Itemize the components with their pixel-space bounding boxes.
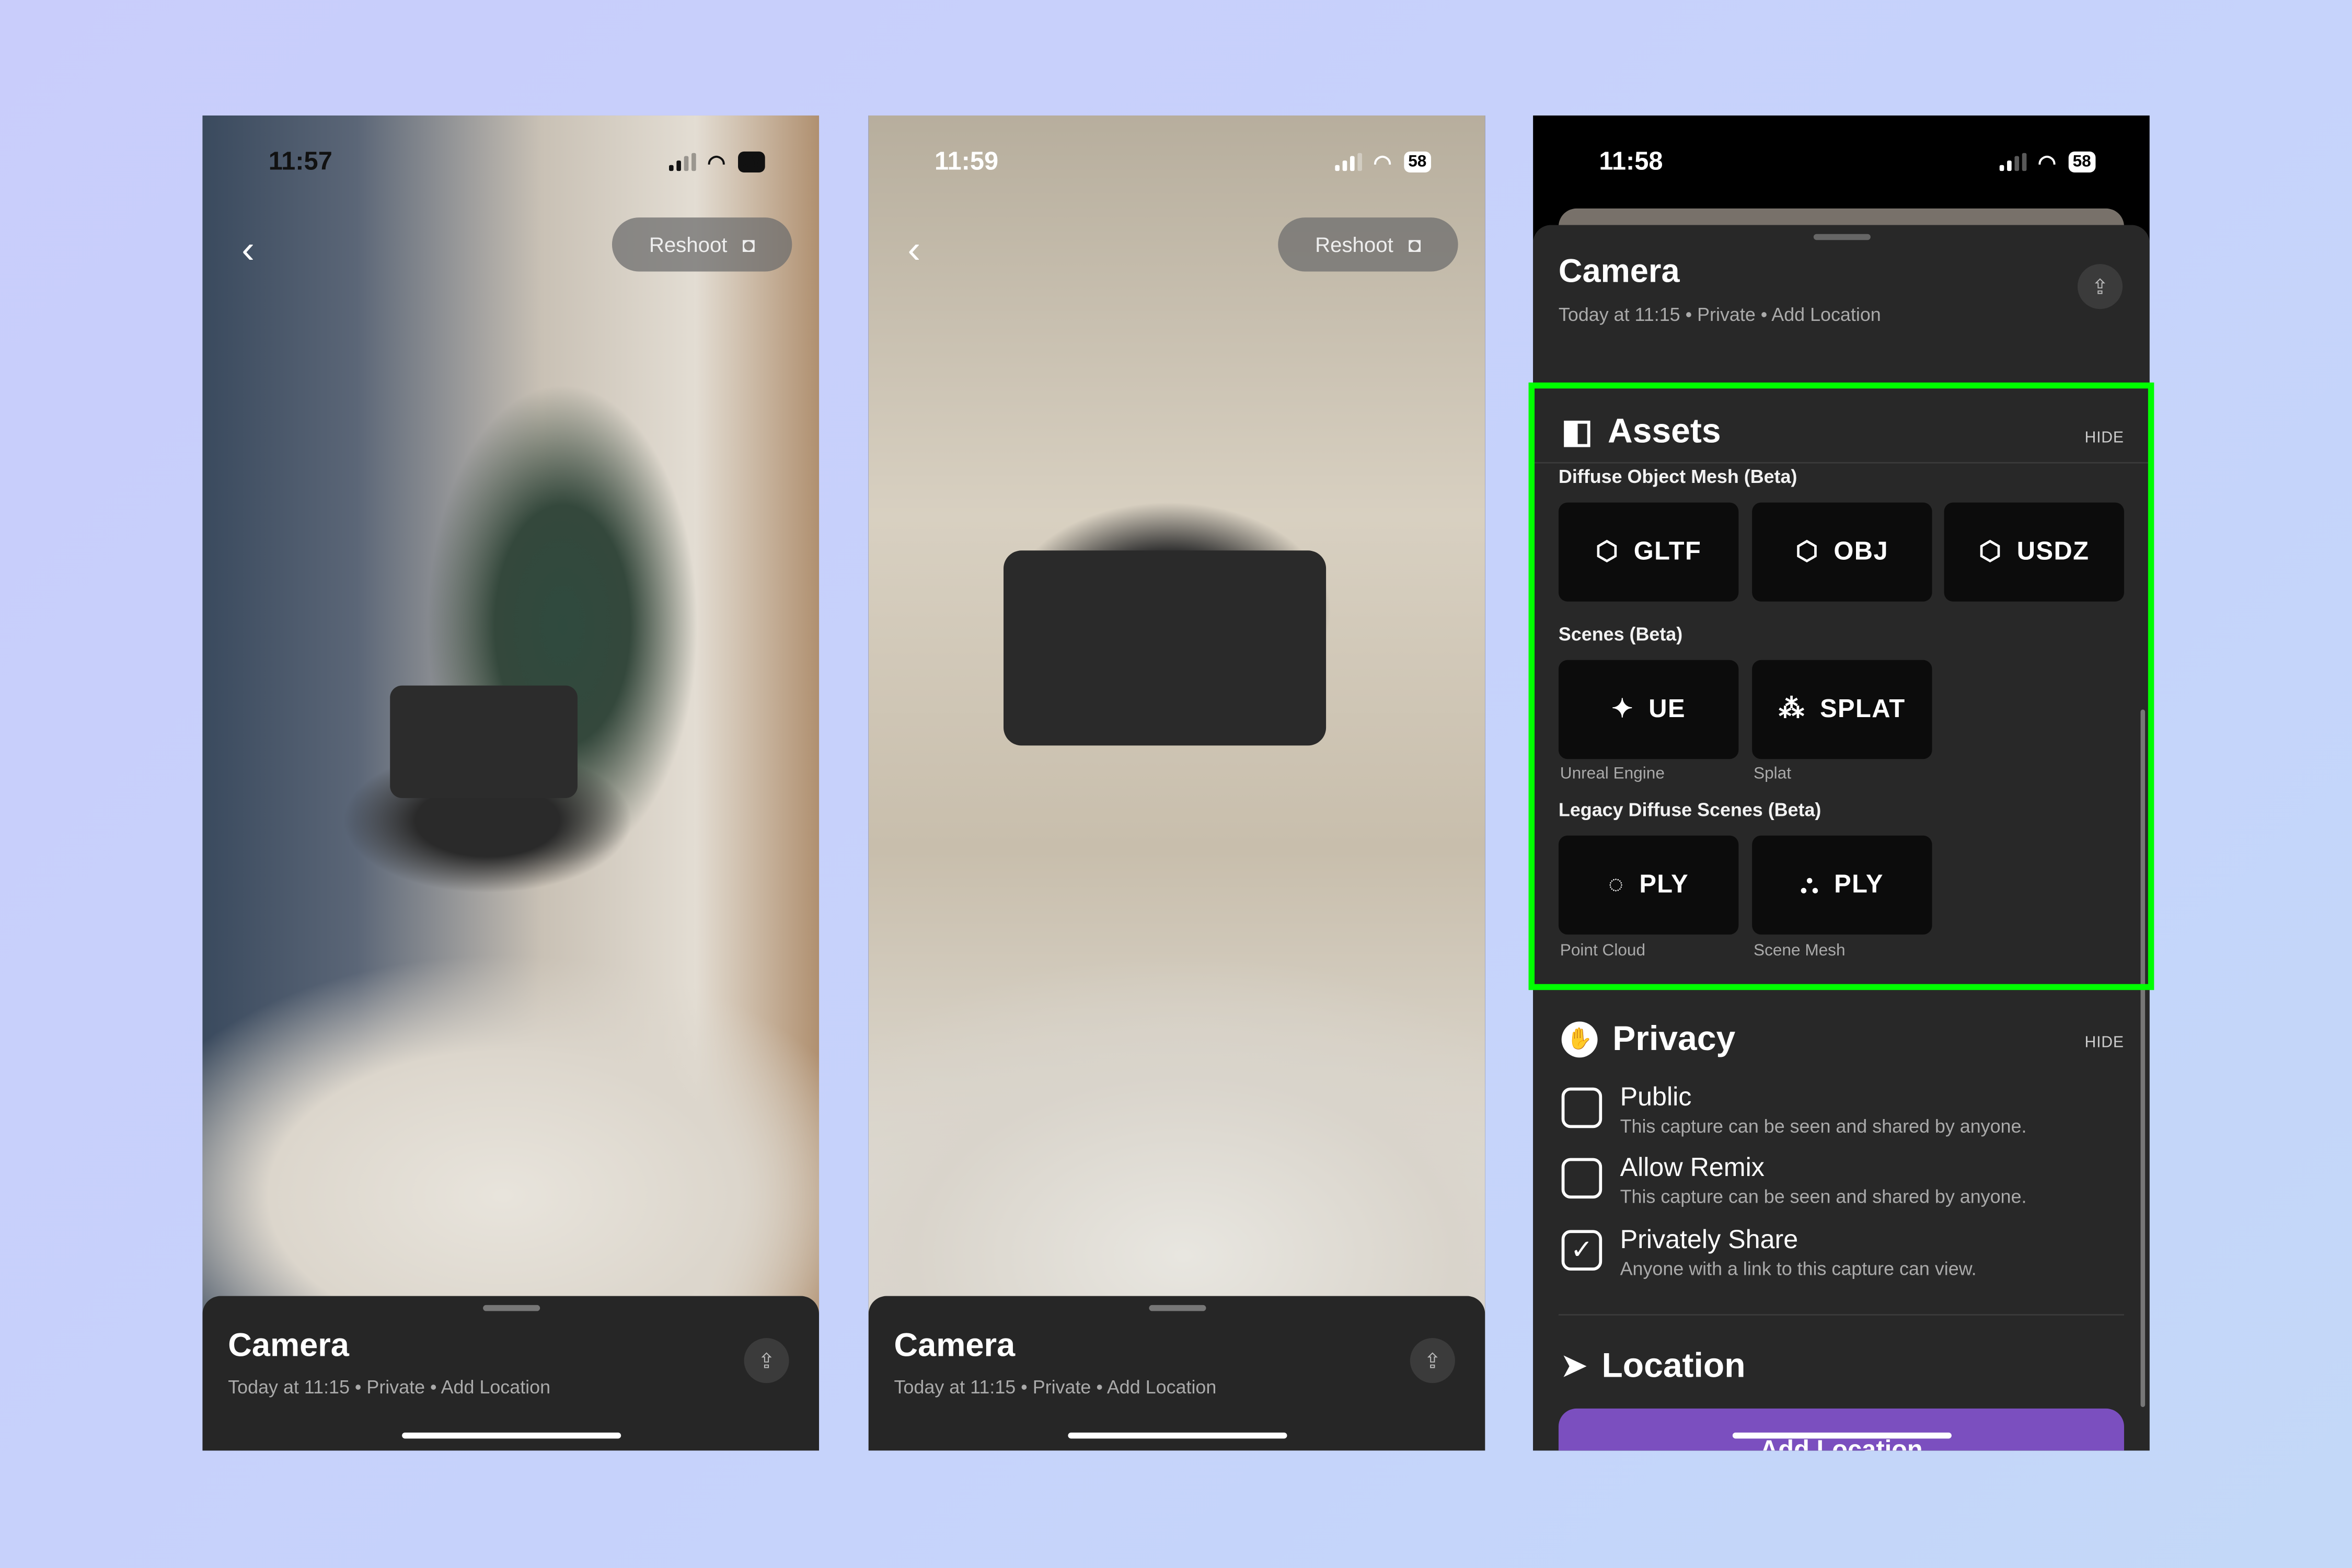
allow-remix-checkbox[interactable]: [1561, 1158, 1602, 1199]
bottom-sheet[interactable]: Camera Today at 11:15 • Private • Add Lo…: [202, 1296, 820, 1451]
camera-icon: ◘: [742, 232, 755, 257]
capture-preview-image[interactable]: [868, 115, 1485, 1451]
wifi-icon: ◠: [1373, 149, 1392, 174]
highlight-box: [1528, 382, 2154, 990]
clock: 11:59: [935, 147, 999, 176]
status-bar: 11:59 ◠ 58: [935, 145, 1431, 178]
battery-icon: 58: [737, 151, 765, 173]
capture-subtitle: Today at 11:15 • Private • Add Location: [1558, 304, 1881, 326]
battery-icon: 58: [1403, 151, 1431, 173]
status-bar: 11:58 ◠ 58: [1599, 145, 2096, 178]
privately-share-checkbox[interactable]: ✓: [1561, 1230, 1602, 1271]
privacy-hide-button[interactable]: HIDE: [2084, 1033, 2124, 1051]
back-chevron-icon[interactable]: ‹: [241, 226, 255, 273]
capture-title: Camera: [894, 1326, 1016, 1364]
clock: 11:58: [1599, 147, 1663, 176]
home-indicator: [1732, 1432, 1951, 1439]
allow-remix-description: This capture can be seen and shared by a…: [1620, 1186, 2027, 1208]
bottom-sheet[interactable]: Camera Today at 11:15 • Private • Add Lo…: [868, 1296, 1485, 1451]
wifi-icon: ◠: [2037, 149, 2057, 174]
share-icon[interactable]: ⇪: [2077, 264, 2123, 309]
camera-icon: ◘: [1408, 232, 1421, 257]
capture-subtitle: Today at 11:15 • Private • Add Location: [228, 1377, 551, 1398]
location-arrow-icon: ➤: [1561, 1350, 1587, 1383]
phone-screen-2: 11:59 ◠ 58 ‹ Reshoot ◘ Camera Today at 11:…: [868, 115, 1485, 1451]
wifi-icon: ◠: [707, 149, 726, 174]
phone-screen-1: 11:57 ◠ 58 ‹ Reshoot ◘ Camera Today at 11:…: [202, 115, 820, 1451]
checkmark-icon: ✓: [1570, 1235, 1594, 1265]
home-indicator: [1067, 1432, 1287, 1439]
hand-stop-icon: ✋: [1561, 1021, 1598, 1057]
public-description: This capture can be seen and shared by a…: [1620, 1116, 2027, 1137]
privacy-heading: ✋ Privacy: [1561, 1018, 1736, 1059]
capture-title: Camera: [1558, 252, 1680, 290]
signal-icon: [668, 153, 696, 171]
battery-icon: 58: [2068, 151, 2096, 173]
capture-subtitle: Today at 11:15 • Private • Add Location: [894, 1377, 1217, 1398]
clock: 11:57: [268, 147, 332, 176]
status-bar: 11:57 ◠ 58: [269, 145, 765, 178]
signal-icon: [1999, 153, 2026, 171]
sheet-grabber[interactable]: [1813, 234, 1870, 240]
reshoot-button[interactable]: Reshoot ◘: [612, 217, 792, 272]
signal-icon: [1334, 153, 1362, 171]
sheet-grabber[interactable]: [482, 1305, 539, 1311]
back-chevron-icon[interactable]: ‹: [907, 226, 920, 273]
privately-share-description: Anyone with a link to this capture can v…: [1620, 1258, 1977, 1280]
add-location-button[interactable]: Add Location: [1558, 1408, 2124, 1451]
allow-remix-label: Allow Remix: [1620, 1152, 1765, 1182]
share-icon[interactable]: ⇪: [744, 1338, 789, 1383]
share-icon[interactable]: ⇪: [1410, 1338, 1455, 1383]
public-checkbox[interactable]: [1561, 1087, 1602, 1128]
sheet-grabber[interactable]: [1148, 1305, 1206, 1311]
reshoot-button[interactable]: Reshoot ◘: [1278, 217, 1458, 272]
location-heading: ➤ Location: [1562, 1345, 1746, 1386]
reshoot-label: Reshoot: [649, 232, 728, 257]
public-label: Public: [1620, 1081, 1692, 1112]
divider: [1558, 1314, 2124, 1316]
capture-title: Camera: [228, 1326, 349, 1364]
home-indicator: [401, 1432, 620, 1439]
location-title: Location: [1601, 1345, 1746, 1385]
privately-share-label: Privately Share: [1620, 1224, 1798, 1254]
privacy-title: Privacy: [1612, 1018, 1736, 1058]
reshoot-label: Reshoot: [1315, 232, 1393, 257]
